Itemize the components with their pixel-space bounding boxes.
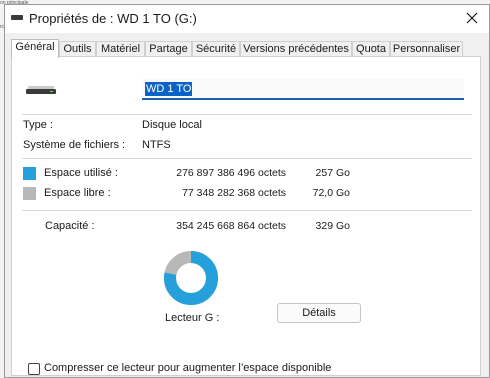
tab-materiel[interactable]: Matériel bbox=[96, 41, 145, 57]
used-space-swatch bbox=[23, 167, 36, 180]
compress-checkbox[interactable] bbox=[28, 363, 40, 375]
general-tab-panel: WD 1 TO Type : Disque local Système de f… bbox=[11, 56, 481, 376]
properties-dialog: Propriétés de : WD 1 TO (G:) Général Out… bbox=[4, 4, 490, 378]
used-space-bytes: 276 897 386 496 octets bbox=[176, 167, 286, 179]
type-value: Disque local bbox=[142, 119, 202, 131]
tab-securite[interactable]: Sécurité bbox=[192, 41, 240, 57]
capacity-bytes: 354 245 668 864 octets bbox=[176, 220, 286, 232]
free-space-swatch bbox=[23, 187, 36, 200]
tab-general[interactable]: Général bbox=[11, 39, 59, 58]
used-space-size: 257 Go bbox=[315, 167, 350, 179]
separator bbox=[22, 114, 472, 115]
hard-drive-icon bbox=[26, 86, 56, 94]
close-icon bbox=[466, 12, 478, 24]
drive-name-input[interactable]: WD 1 TO bbox=[142, 79, 464, 100]
type-label: Type : bbox=[23, 119, 53, 131]
title-bar[interactable]: Propriétés de : WD 1 TO (G:) bbox=[5, 5, 489, 33]
close-button[interactable] bbox=[455, 5, 489, 31]
compress-label[interactable]: Compresser ce lecteur pour augmenter l’e… bbox=[44, 362, 331, 374]
tab-quota[interactable]: Quota bbox=[352, 41, 390, 57]
tab-versions-precedentes[interactable]: Versions précédentes bbox=[240, 41, 352, 57]
tab-strip: Général Outils Matériel Partage Sécurité… bbox=[9, 39, 487, 58]
tab-partage[interactable]: Partage bbox=[145, 41, 192, 57]
filesystem-label: Système de fichiers : bbox=[23, 139, 126, 151]
free-space-bytes: 77 348 282 368 octets bbox=[182, 187, 286, 199]
drive-letter-label: Lecteur G : bbox=[165, 312, 220, 324]
tab-personnaliser[interactable]: Personnaliser bbox=[390, 41, 463, 57]
usage-donut-chart bbox=[164, 251, 218, 305]
separator bbox=[22, 158, 472, 159]
used-space-label: Espace utilisé : bbox=[44, 167, 118, 179]
capacity-label: Capacité : bbox=[45, 220, 95, 232]
drive-title-icon bbox=[11, 15, 23, 20]
window-title: Propriétés de : WD 1 TO (G:) bbox=[29, 11, 197, 26]
tab-outils[interactable]: Outils bbox=[59, 41, 96, 57]
details-button[interactable]: Détails bbox=[277, 303, 361, 323]
filesystem-value: NTFS bbox=[142, 139, 171, 151]
capacity-size: 329 Go bbox=[315, 220, 350, 232]
free-space-size: 72,0 Go bbox=[312, 187, 350, 199]
free-space-label: Espace libre : bbox=[44, 187, 111, 199]
separator bbox=[22, 210, 472, 211]
drive-name-value[interactable]: WD 1 TO bbox=[145, 82, 193, 96]
